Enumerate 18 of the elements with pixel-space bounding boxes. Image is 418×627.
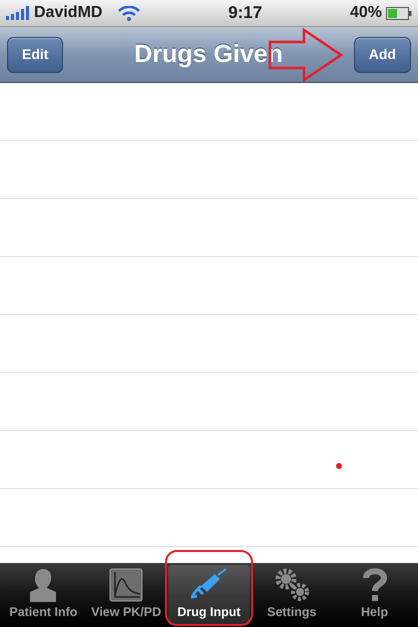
tab-bar-item[interactable]: Help bbox=[333, 565, 416, 625]
battery-percentage: 40% bbox=[350, 3, 382, 23]
help-icon bbox=[362, 568, 388, 602]
edit-button[interactable]: Edit bbox=[7, 36, 64, 72]
signal-icon bbox=[6, 6, 30, 20]
tab-bar-item[interactable]: Drug Input bbox=[168, 565, 250, 625]
add-button[interactable]: Add bbox=[354, 36, 411, 72]
chart-icon bbox=[109, 568, 144, 602]
carrier-name: DavidMD bbox=[34, 3, 102, 23]
tab-bar-item[interactable]: Settings bbox=[250, 565, 334, 625]
tab-bar-item[interactable]: Patient Info bbox=[2, 565, 85, 625]
person-icon bbox=[28, 568, 58, 602]
battery-icon bbox=[386, 6, 412, 20]
gears-icon bbox=[272, 568, 311, 602]
wifi-icon bbox=[118, 6, 140, 20]
annotation-dot bbox=[336, 463, 342, 469]
tab-bar-item[interactable]: View PK/PD bbox=[84, 565, 168, 625]
clock-time: 9:17 bbox=[228, 2, 262, 24]
